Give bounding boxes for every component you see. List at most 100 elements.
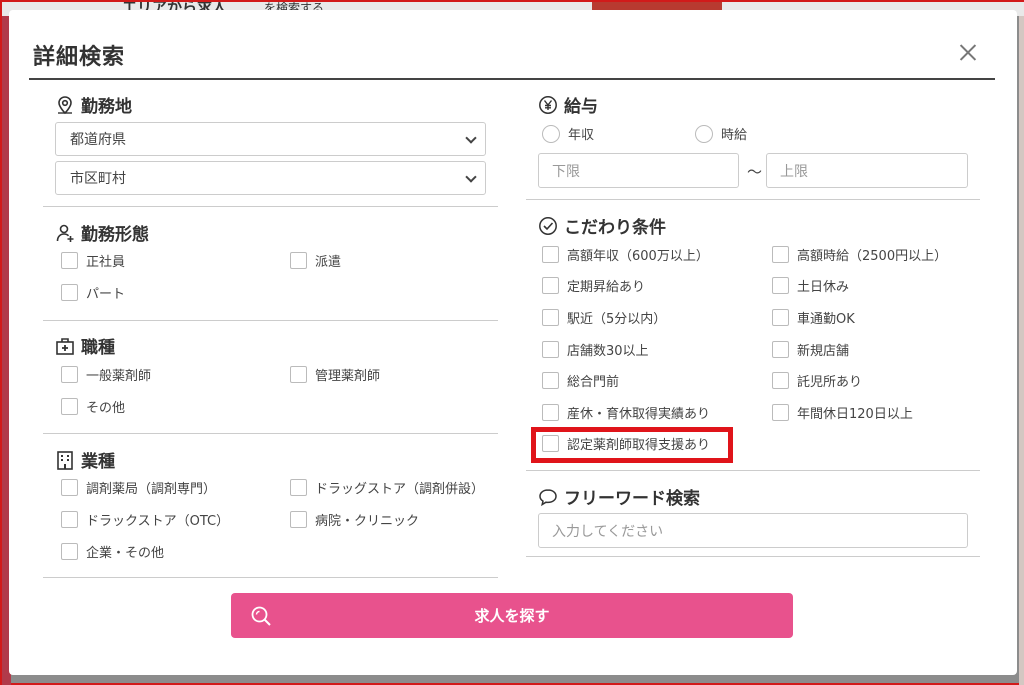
checkbox-car-commute[interactable]: 車通勤OK <box>772 308 855 327</box>
checkbox-annual-holidays[interactable]: 年間休日120日以上 <box>772 403 913 422</box>
section-industry: 業種 <box>55 447 115 472</box>
checkbox-box[interactable] <box>772 372 789 389</box>
checkbox-box[interactable] <box>542 341 559 358</box>
checkbox-label: 高額年収（600万以上） <box>567 249 709 264</box>
divider <box>43 577 498 578</box>
section-location-label: 勤務地 <box>81 97 132 117</box>
checkbox-box[interactable] <box>772 341 789 358</box>
checkbox-managing-pharmacist[interactable]: 管理薬剤師 <box>290 365 380 384</box>
checkbox-high-annual-income[interactable]: 高額年収（600万以上） <box>542 245 709 264</box>
checkbox-box[interactable] <box>772 246 789 263</box>
checkbox-general-hospital-front[interactable]: 総合門前 <box>542 371 619 390</box>
section-freeword-label: フリーワード検索 <box>564 489 700 509</box>
checkbox-box[interactable] <box>290 479 307 496</box>
search-jobs-label: 求人を探す <box>474 607 550 625</box>
checkbox-label: ドラックストア（OTC） <box>86 514 230 529</box>
radio-circle[interactable] <box>695 124 713 143</box>
search-icon <box>250 605 272 627</box>
checkbox-box[interactable] <box>290 366 307 383</box>
detail-search-modal: 詳細検索 勤務地 都道府県 市区町村 勤務形態 正社員 派遣 パート 職種 一般… <box>9 10 1017 675</box>
checkbox-near-station[interactable]: 駅近（5分以内） <box>542 308 666 327</box>
city-select[interactable]: 市区町村 <box>55 161 486 195</box>
checkbox-box[interactable] <box>61 479 78 496</box>
checkbox-box[interactable] <box>772 277 789 294</box>
checkbox-company-other[interactable]: 企業・その他 <box>61 542 164 561</box>
checkbox-label: 定期昇給あり <box>567 280 646 295</box>
checkbox-label: その他 <box>86 401 126 416</box>
close-icon[interactable] <box>955 40 981 66</box>
checkbox-box[interactable] <box>542 277 559 294</box>
section-employment: 勤務形態 <box>55 220 149 245</box>
checkbox-general-pharmacist[interactable]: 一般薬剤師 <box>61 365 151 384</box>
prefecture-select[interactable]: 都道府県 <box>55 122 486 156</box>
checkbox-fulltime[interactable]: 正社員 <box>61 251 125 270</box>
checkbox-box[interactable] <box>61 366 78 383</box>
checkbox-box[interactable] <box>772 309 789 326</box>
section-conditions: こだわり条件 <box>538 213 666 238</box>
checkbox-hospital-clinic[interactable]: 病院・クリニック <box>290 510 419 529</box>
section-location: 勤務地 <box>55 92 132 117</box>
backdrop-right-strip <box>1019 16 1024 685</box>
salary-max-input[interactable]: 上限 <box>766 153 968 188</box>
checkbox-label: ドラッグストア（調剤併設） <box>315 482 485 497</box>
section-employment-label: 勤務形態 <box>81 225 149 245</box>
radio-annual-income[interactable]: 年収 <box>542 124 594 143</box>
checkbox-label: 一般薬剤師 <box>86 369 152 384</box>
checkbox-box[interactable] <box>290 511 307 528</box>
radio-hourly-wage[interactable]: 時給 <box>695 124 747 143</box>
range-separator: ～ <box>747 163 763 181</box>
checkbox-regular-raise[interactable]: 定期昇給あり <box>542 276 645 295</box>
city-select-value: 市区町村 <box>70 171 126 187</box>
checkbox-dispensing-pharmacy[interactable]: 調剤薬局（調剤専門） <box>61 478 216 497</box>
checkbox-label: 病院・クリニック <box>315 514 420 529</box>
checkbox-label: 店舗数30以上 <box>567 344 649 359</box>
checkbox-box[interactable] <box>61 543 78 560</box>
checkbox-box[interactable] <box>542 246 559 263</box>
radio-circle[interactable] <box>542 124 560 143</box>
checkbox-box[interactable] <box>61 252 78 269</box>
checkbox-label: 管理薬剤師 <box>315 369 381 384</box>
checkbox-box[interactable] <box>61 284 78 301</box>
checkbox-label: 派遣 <box>315 255 342 270</box>
divider <box>43 433 498 434</box>
checkbox-label: 年間休日120日以上 <box>797 407 913 422</box>
checkbox-store-count[interactable]: 店舗数30以上 <box>542 340 649 359</box>
checkbox-maternity-leave[interactable]: 産休・育休取得実績あり <box>542 403 710 422</box>
checkbox-drugstore-otc[interactable]: ドラックストア（OTC） <box>61 510 229 529</box>
section-salary: 給与 <box>538 92 598 117</box>
salary-min-input[interactable]: 下限 <box>538 153 739 188</box>
checkbox-label: 総合門前 <box>567 375 620 390</box>
checkbox-label: 産休・育休取得実績あり <box>567 407 711 422</box>
checkbox-weekends-off[interactable]: 土日休み <box>772 276 849 295</box>
checkbox-box[interactable] <box>772 404 789 421</box>
checkbox-label: 高額時給（2500円以上） <box>797 249 948 264</box>
checkbox-drugstore-dispensing[interactable]: ドラッグストア（調剤併設） <box>290 478 484 497</box>
person-icon <box>55 223 75 243</box>
checkbox-job-other[interactable]: その他 <box>61 397 125 416</box>
checkbox-high-hourly-wage[interactable]: 高額時給（2500円以上） <box>772 245 947 264</box>
checkbox-daycare[interactable]: 託児所あり <box>772 371 862 390</box>
checkbox-box[interactable] <box>542 309 559 326</box>
checkbox-label: 駅近（5分以内） <box>567 312 667 327</box>
yen-icon <box>538 95 558 115</box>
section-freeword: フリーワード検索 <box>538 484 700 509</box>
title-divider <box>29 78 995 80</box>
salary-min-placeholder: 下限 <box>552 163 580 180</box>
freeword-input[interactable]: 入力してください <box>538 513 968 548</box>
check-circle-icon <box>538 216 558 236</box>
radio-label: 年収 <box>568 128 595 143</box>
checkbox-box[interactable] <box>542 372 559 389</box>
checkbox-dispatch[interactable]: 派遣 <box>290 251 341 270</box>
checkbox-box[interactable] <box>290 252 307 269</box>
checkbox-label: 車通勤OK <box>797 312 855 327</box>
checkbox-new-store[interactable]: 新規店舗 <box>772 340 849 359</box>
checkbox-label: 正社員 <box>86 255 126 270</box>
search-jobs-button[interactable]: 求人を探す <box>231 593 793 638</box>
section-industry-label: 業種 <box>81 452 115 472</box>
prefecture-select-value: 都道府県 <box>70 132 126 148</box>
checkbox-box[interactable] <box>61 398 78 415</box>
checkbox-box[interactable] <box>542 404 559 421</box>
chevron-down-icon <box>465 132 477 144</box>
checkbox-box[interactable] <box>61 511 78 528</box>
checkbox-parttime[interactable]: パート <box>61 283 125 302</box>
